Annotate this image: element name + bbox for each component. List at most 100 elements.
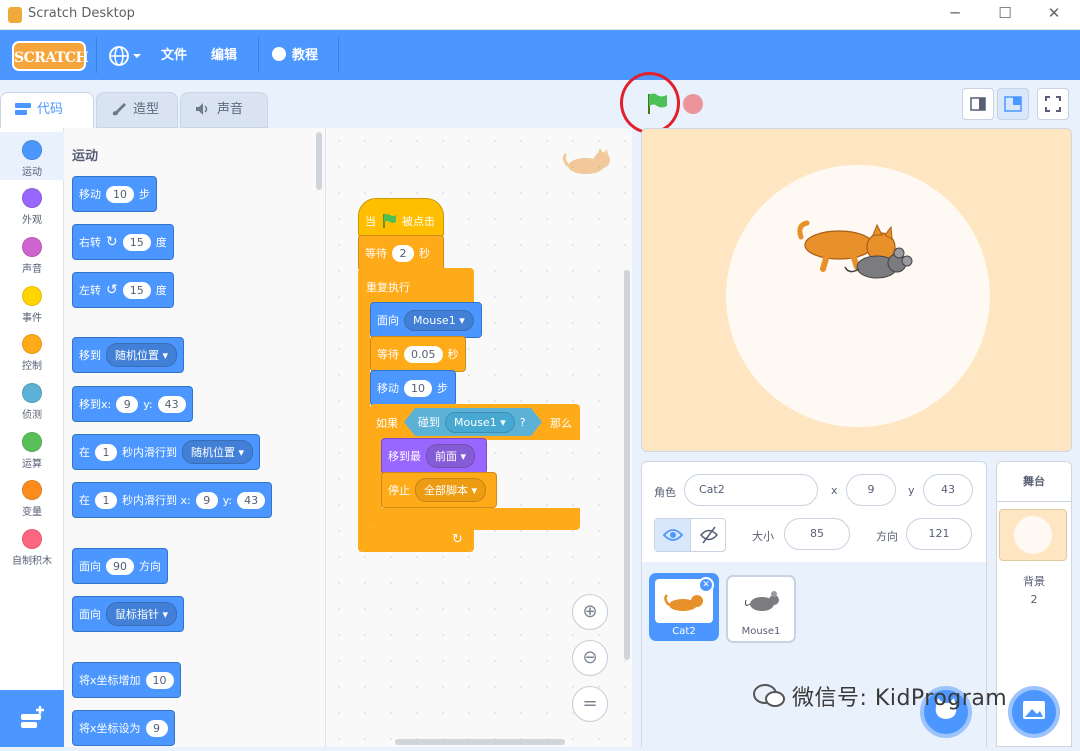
script-horizontal-scrollbar[interactable] [395, 739, 565, 745]
block-text: 方向 [139, 560, 161, 573]
go-to-front-block[interactable]: 移到最 前面 [381, 438, 487, 474]
hide-eye-icon[interactable] [691, 519, 727, 551]
x-field[interactable]: 9 [846, 474, 896, 506]
seconds-input[interactable]: 1 [95, 443, 117, 461]
y-field[interactable]: 43 [923, 474, 973, 506]
stop-block[interactable]: 停止 全部脚本 [381, 472, 497, 508]
backdrop-count: 2 [1030, 593, 1038, 606]
seconds-input[interactable]: 1 [95, 491, 117, 509]
window-title: Scratch Desktop [28, 6, 135, 21]
tab-code[interactable]: 代码 [0, 92, 94, 129]
move-steps-block[interactable]: 移动 10 步 [72, 176, 157, 212]
goto-dropdown[interactable]: 随机位置 [106, 343, 178, 367]
size-field[interactable]: 85 [784, 518, 850, 550]
x-set-input[interactable]: 9 [145, 719, 168, 737]
zoom-in-button[interactable]: ⊕ [572, 594, 608, 630]
when-flag-clicked-block[interactable]: 当 被点击 [358, 198, 444, 238]
turn-left-block[interactable]: 左转 ↺ 15 度 [72, 272, 174, 308]
choose-backdrop-button[interactable] [1008, 686, 1060, 738]
backdrop-thumbnail[interactable] [999, 509, 1067, 561]
tab-costumes[interactable]: 造型 [96, 92, 178, 128]
backdrop-circle [726, 165, 990, 427]
glide-dropdown[interactable]: 随机位置 [182, 440, 254, 464]
file-menu[interactable]: 文件 [161, 45, 187, 67]
edit-menu[interactable]: 编辑 [211, 45, 237, 67]
wait-seconds-input[interactable]: 2 [392, 244, 414, 262]
close-icon[interactable]: ✕ [1039, 4, 1069, 22]
normal-stage-button[interactable] [997, 88, 1029, 120]
category-label: 外观 [22, 215, 42, 226]
stop-dropdown[interactable]: 全部脚本 [415, 478, 487, 502]
category-label: 运算 [22, 459, 42, 470]
scratch-logo[interactable]: SCRATCH [12, 41, 89, 71]
forever-arm [358, 300, 370, 532]
touching-condition[interactable]: 碰到 Mouse1 ? [404, 408, 542, 436]
point-towards-script-block[interactable]: 面向 Mouse1 [370, 302, 482, 338]
sprite-thumb-mouse1[interactable]: Mouse1 [726, 575, 796, 643]
point-direction-block[interactable]: 面向 90 方向 [72, 548, 168, 584]
y-input[interactable]: 43 [157, 395, 186, 413]
show-eye-icon[interactable] [655, 519, 691, 551]
delete-sprite-icon[interactable]: ✕ [698, 577, 714, 593]
goto-xy-block[interactable]: 移到x: 9 y: 43 [72, 386, 193, 422]
x-change-input[interactable]: 10 [145, 671, 174, 689]
category-sensing[interactable]: 侦测 [0, 375, 64, 423]
zoom-out-button[interactable]: ⊖ [572, 640, 608, 676]
layer-dropdown[interactable]: 前面 [426, 444, 476, 468]
category-sound[interactable]: 声音 [0, 229, 64, 277]
script-vertical-scrollbar[interactable] [624, 270, 630, 660]
steps-input[interactable]: 10 [106, 185, 134, 203]
change-x-block[interactable]: 将x坐标增加 10 [72, 662, 181, 698]
zoom-reset-button[interactable]: = [572, 686, 608, 722]
minimize-icon[interactable]: ─ [940, 4, 970, 22]
steps-input[interactable]: 10 [404, 379, 432, 397]
menu-divider [338, 37, 339, 73]
degrees-input[interactable]: 15 [122, 233, 151, 251]
category-looks[interactable]: 外观 [0, 180, 64, 228]
wait-block[interactable]: 等待 2 秒 [358, 235, 444, 271]
menu-divider [96, 37, 97, 73]
add-extension-button[interactable] [0, 690, 64, 747]
x-input[interactable]: 9 [116, 395, 139, 413]
target-dropdown[interactable]: Mouse1 [404, 309, 474, 331]
tab-sounds[interactable]: 声音 [180, 92, 268, 128]
category-events[interactable]: 事件 [0, 278, 64, 326]
wait-script-block[interactable]: 等待 0.05 秒 [370, 336, 466, 372]
language-globe-icon[interactable] [108, 45, 144, 67]
glide-block[interactable]: 在 1 秒内滑行到 随机位置 [72, 434, 261, 470]
direction-input[interactable]: 90 [106, 557, 134, 575]
touching-dropdown[interactable]: Mouse1 [445, 411, 515, 433]
move-script-block[interactable]: 移动 10 步 [370, 370, 456, 406]
block-text: 步 [139, 188, 150, 201]
sprite-name-field[interactable]: Cat2 [684, 474, 818, 506]
category-variables[interactable]: 变量 [0, 472, 64, 520]
tutorials-menu[interactable]: 教程 [272, 45, 318, 67]
direction-field[interactable]: 121 [906, 518, 972, 550]
y-input[interactable]: 43 [237, 491, 266, 509]
wait-seconds-input[interactable]: 0.05 [404, 345, 443, 363]
degrees-input[interactable]: 15 [122, 281, 151, 299]
palette-scrollbar[interactable] [316, 132, 322, 190]
category-control[interactable]: 控制 [0, 326, 64, 374]
maximize-icon[interactable]: ☐ [990, 4, 1020, 22]
glide-xy-block[interactable]: 在 1 秒内滑行到 x: 9 y: 43 [72, 482, 273, 518]
turn-right-block[interactable]: 右转 ↻ 15 度 [72, 224, 174, 260]
category-dot [22, 383, 42, 403]
cat-sprite[interactable] [797, 217, 917, 287]
category-motion[interactable]: 运动 [0, 132, 64, 180]
stage-canvas[interactable] [641, 128, 1072, 452]
small-stage-button[interactable] [962, 88, 994, 120]
category-label: 控制 [22, 361, 42, 372]
fullscreen-button[interactable] [1037, 88, 1069, 120]
sprite-label: 角色 [654, 486, 676, 499]
category-operators[interactable]: 运算 [0, 424, 64, 472]
backdrop-label: 背景 [1023, 575, 1045, 588]
point-towards-block[interactable]: 面向 鼠标指针 [72, 596, 185, 632]
stop-button[interactable] [683, 94, 703, 114]
goto-block[interactable]: 移到 随机位置 [72, 337, 185, 373]
category-my-blocks[interactable]: 自制积木 [0, 521, 64, 569]
set-x-block[interactable]: 将x坐标设为 9 [72, 710, 175, 746]
block-text: 当 [365, 215, 376, 228]
x-input[interactable]: 9 [195, 491, 218, 509]
point-towards-dropdown[interactable]: 鼠标指针 [106, 602, 178, 626]
